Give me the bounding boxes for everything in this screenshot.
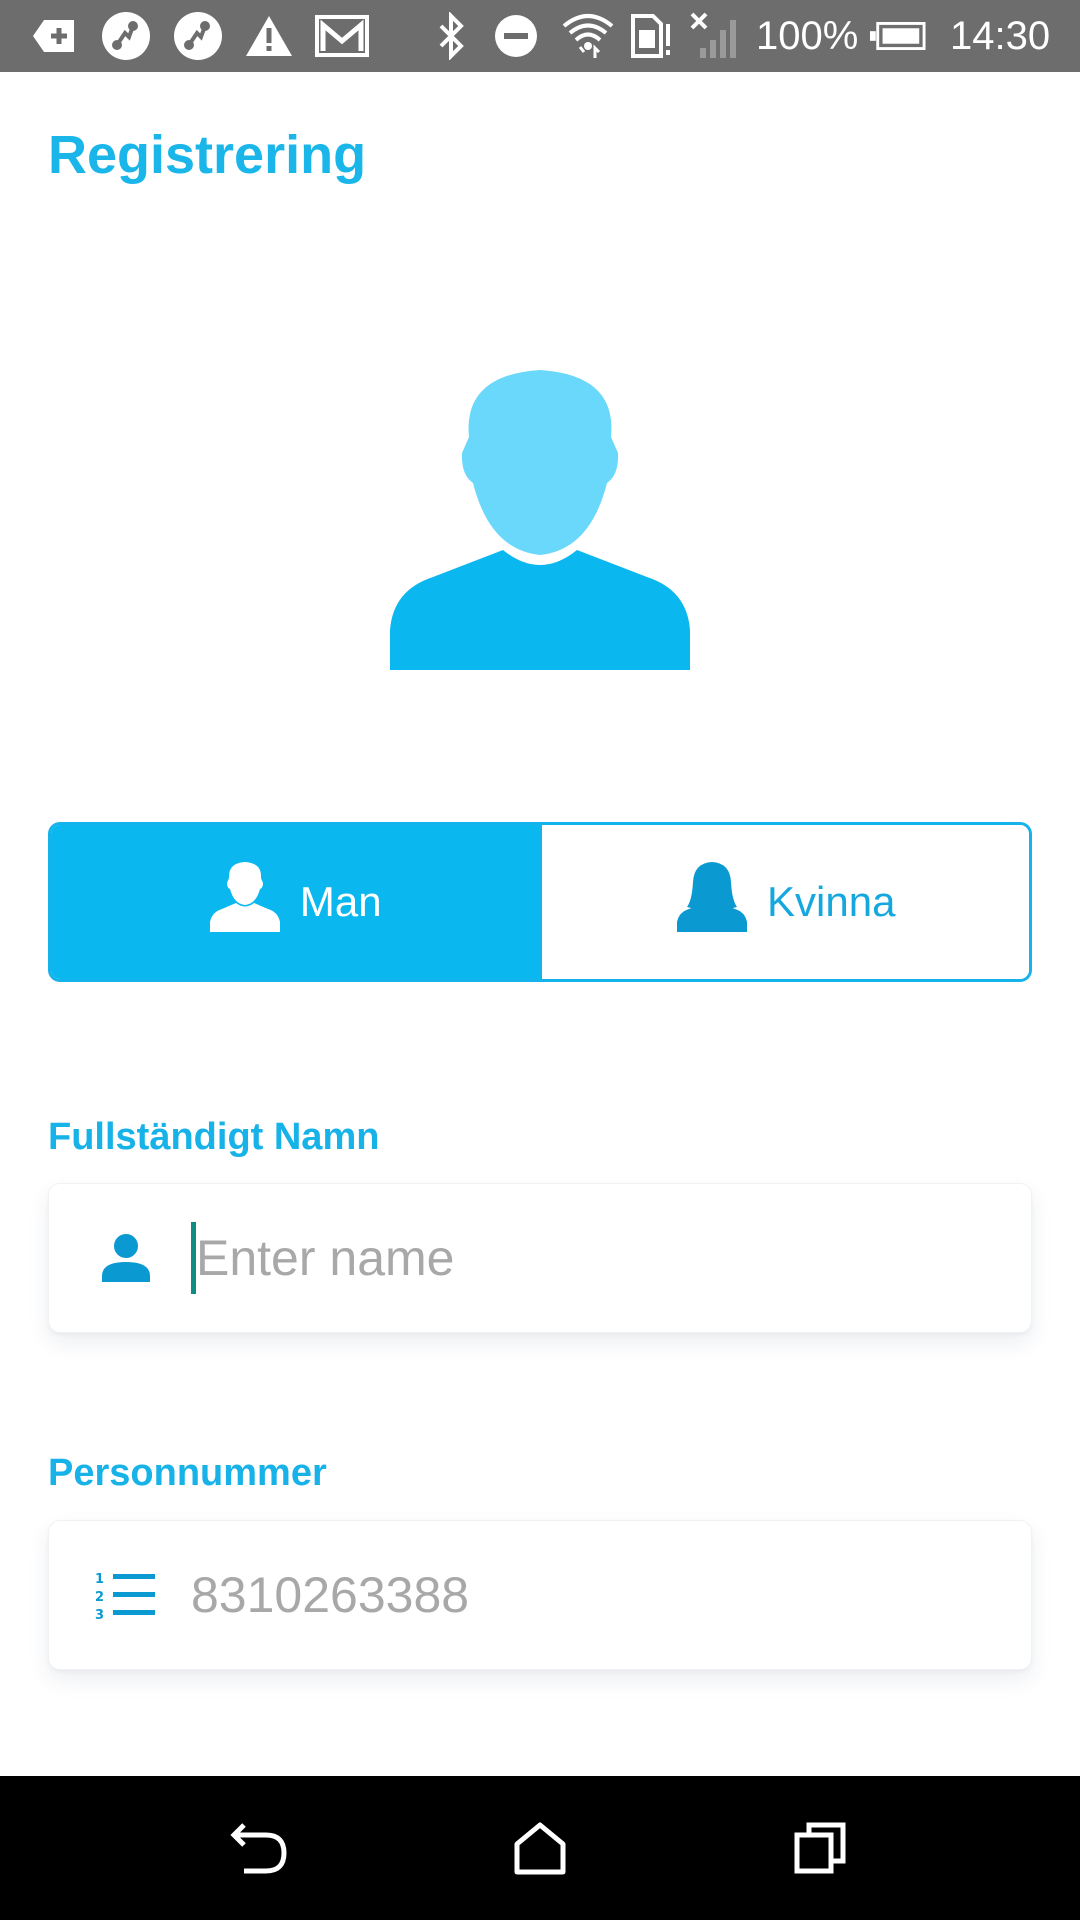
personnummer-input[interactable] — [191, 1566, 1031, 1624]
female-user-icon — [675, 860, 749, 944]
clock: 14:30 — [950, 14, 1051, 58]
battery-icon — [870, 12, 926, 60]
warning-icon — [244, 12, 294, 60]
name-field-label: Fullständigt Namn — [48, 1116, 380, 1158]
route-icon — [100, 12, 152, 60]
avatar-male-icon — [385, 365, 695, 675]
wifi-icon — [560, 12, 616, 60]
home-icon[interactable] — [504, 1812, 576, 1884]
name-input[interactable] — [196, 1229, 1031, 1287]
name-field[interactable] — [48, 1183, 1032, 1333]
status-bar: 100% 14:30 — [0, 0, 1080, 72]
svg-text:1: 1 — [95, 1572, 104, 1587]
gender-option-man-label: Man — [299, 878, 382, 925]
registration-screen: 100% 14:30 Registrering Man Kvinna Fulls… — [0, 0, 1080, 1920]
route-icon — [172, 12, 224, 60]
sim-icon — [628, 12, 674, 60]
svg-text:2: 2 — [95, 1590, 104, 1605]
gender-option-kvinna-label: Kvinna — [767, 878, 896, 925]
do-not-disturb-icon — [492, 12, 540, 60]
numbered-list-icon: 1 2 3 — [86, 1569, 166, 1621]
personnummer-field-label: Personnummer — [48, 1452, 327, 1494]
back-icon[interactable] — [224, 1812, 296, 1884]
usb-plus-icon — [30, 12, 78, 60]
navigation-bar — [0, 1776, 1080, 1920]
recents-icon[interactable] — [784, 1812, 856, 1884]
no-signal-icon — [690, 12, 740, 60]
battery-percent: 100% — [756, 14, 859, 58]
gender-option-man[interactable]: Man — [51, 825, 539, 979]
page-title: Registrering — [48, 125, 367, 185]
person-icon — [86, 1232, 166, 1284]
male-user-icon — [208, 860, 282, 944]
gmail-icon — [314, 12, 370, 60]
bluetooth-icon — [432, 12, 472, 60]
gender-option-kvinna[interactable]: Kvinna — [538, 825, 1029, 979]
personnummer-field[interactable]: 1 2 3 — [48, 1520, 1032, 1670]
svg-text:3: 3 — [95, 1608, 104, 1621]
gender-toggle: Man Kvinna — [48, 822, 1032, 982]
